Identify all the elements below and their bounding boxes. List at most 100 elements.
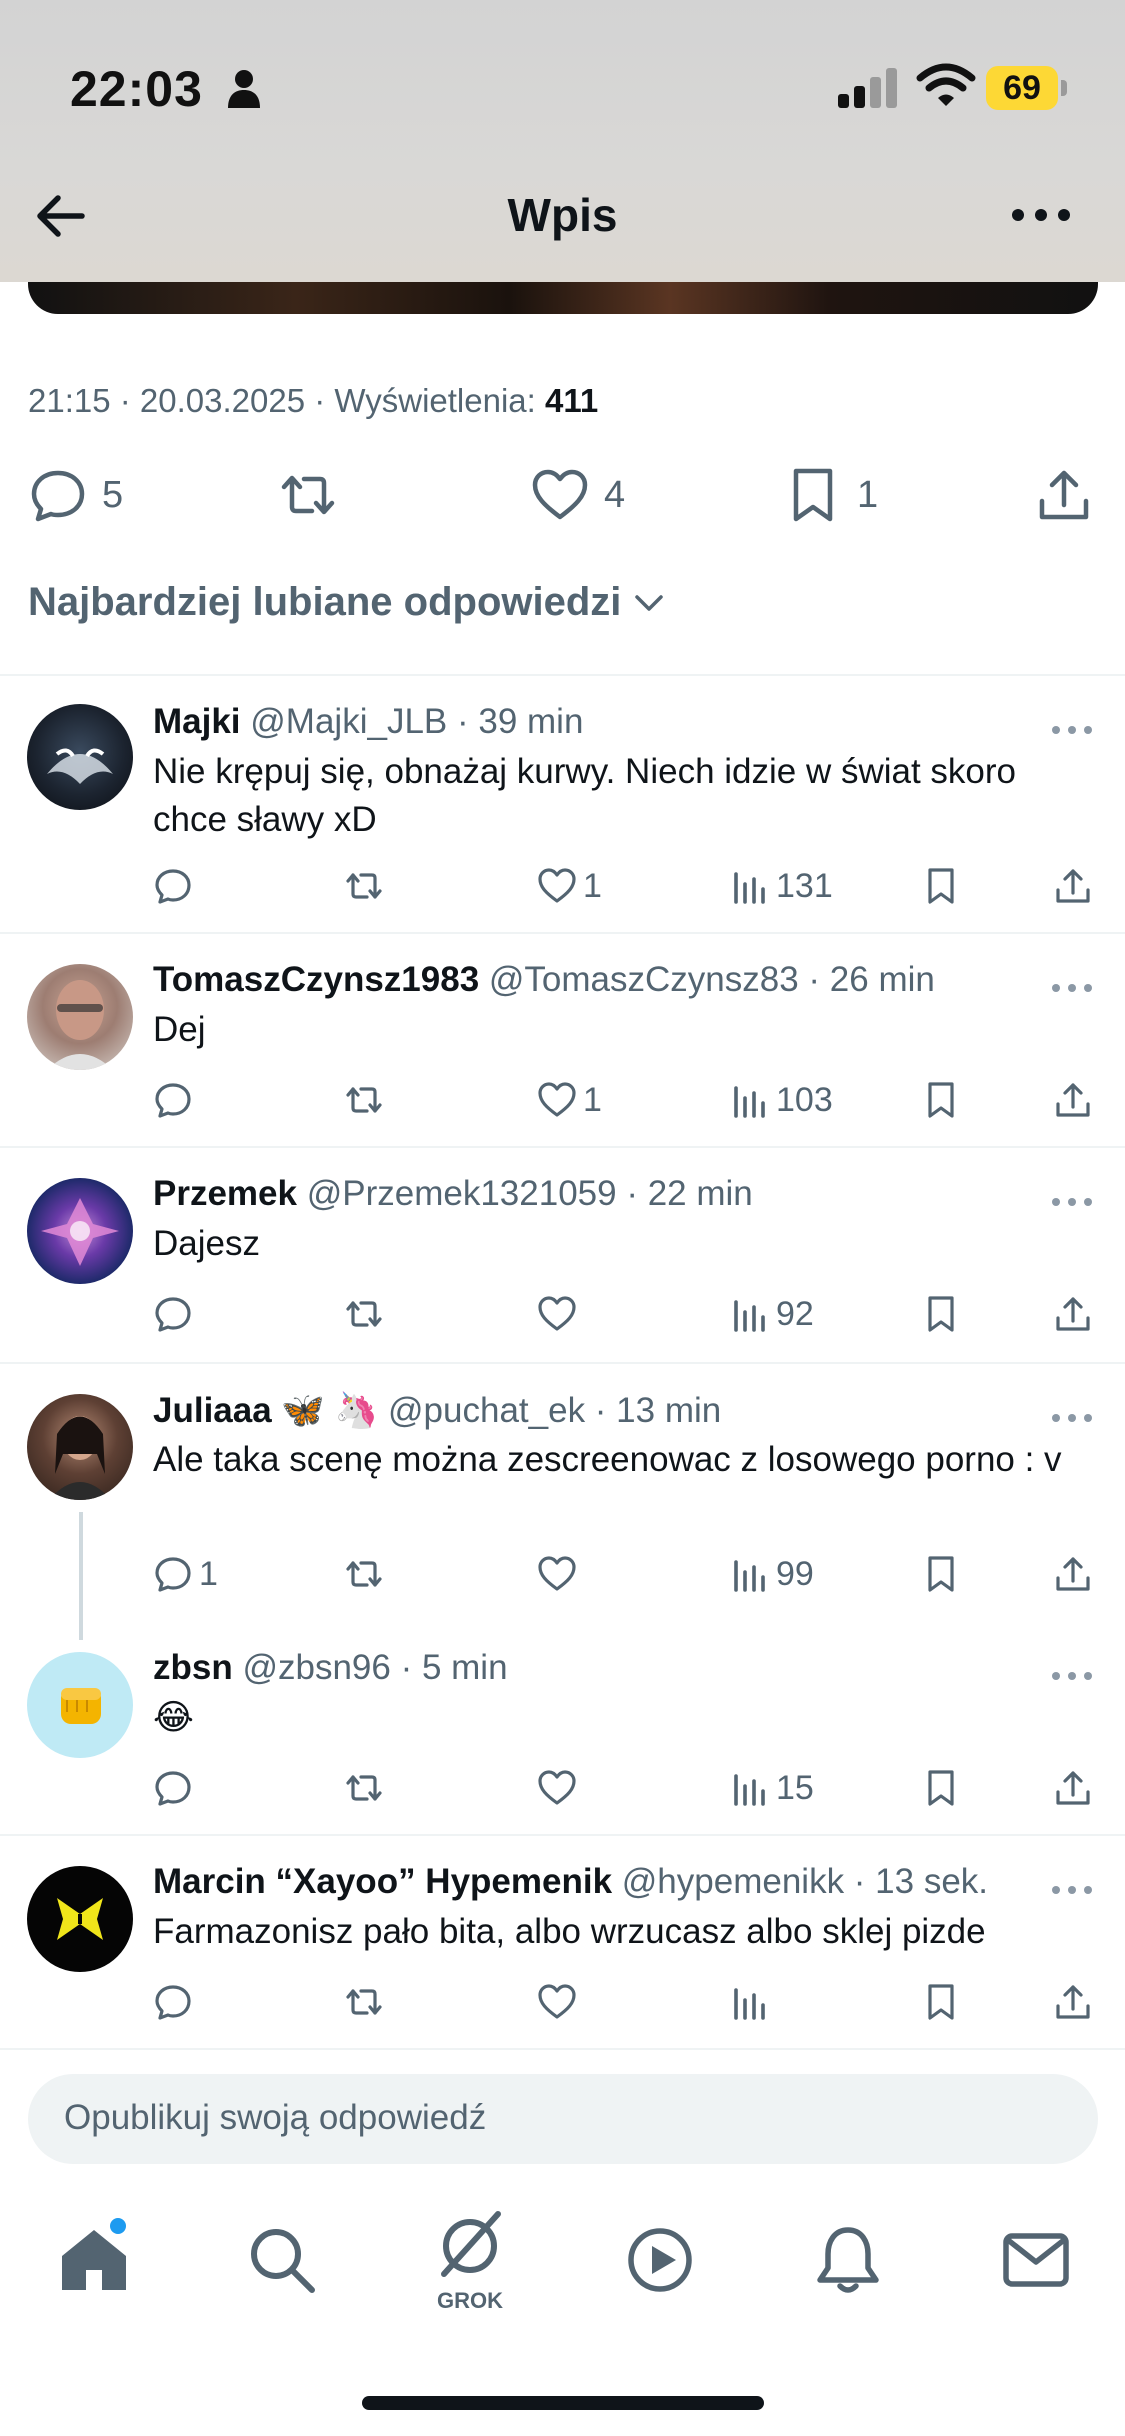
like-button[interactable] bbox=[537, 1763, 583, 1813]
tab-video[interactable] bbox=[622, 2222, 698, 2298]
views-button[interactable]: 99 bbox=[730, 1549, 814, 1599]
like-count: 1 bbox=[583, 866, 602, 905]
bookmark-icon bbox=[928, 868, 954, 904]
author-name[interactable]: TomaszCzynsz1983 bbox=[153, 960, 479, 999]
share-button[interactable] bbox=[1053, 1075, 1093, 1125]
bookmark-button[interactable] bbox=[921, 1289, 961, 1339]
more-options-icon[interactable] bbox=[1050, 1882, 1094, 1898]
repost-button[interactable] bbox=[344, 861, 384, 911]
bookmark-button[interactable] bbox=[921, 1977, 961, 2027]
reply-button[interactable] bbox=[153, 861, 199, 911]
reply-button[interactable]: 5 bbox=[28, 460, 123, 530]
share-button[interactable] bbox=[1053, 1977, 1093, 2027]
share-button[interactable] bbox=[1053, 1763, 1093, 1813]
reply-item[interactable]: zbsn @zbsn96 · 5 min 😂 15 bbox=[0, 1622, 1125, 1834]
share-button[interactable] bbox=[1053, 861, 1093, 911]
more-options-icon[interactable] bbox=[1050, 1668, 1094, 1684]
reply-sort-dropdown[interactable]: Najbardziej lubiane odpowiedzi bbox=[28, 580, 669, 625]
more-options-icon[interactable] bbox=[1050, 980, 1094, 996]
views-icon bbox=[734, 1774, 765, 1806]
bookmark-icon bbox=[928, 1770, 954, 1806]
like-count: 1 bbox=[583, 1080, 602, 1119]
views-button[interactable]: 103 bbox=[730, 1075, 833, 1125]
repost-button[interactable] bbox=[278, 460, 338, 530]
reply-button[interactable] bbox=[153, 1289, 199, 1339]
like-button[interactable] bbox=[537, 1289, 583, 1339]
author-name[interactable]: Majki bbox=[153, 702, 241, 741]
reply-button[interactable]: 1 bbox=[153, 1549, 218, 1599]
reply-button[interactable] bbox=[153, 1763, 199, 1813]
avatar[interactable] bbox=[27, 964, 133, 1070]
like-button[interactable]: 1 bbox=[537, 861, 602, 911]
more-options-icon[interactable] bbox=[1010, 200, 1072, 230]
views-button[interactable]: 131 bbox=[730, 861, 833, 911]
bookmark-icon bbox=[928, 1082, 954, 1118]
heart-icon bbox=[532, 469, 588, 520]
avatar[interactable] bbox=[27, 1652, 133, 1758]
more-options-icon[interactable] bbox=[1050, 1410, 1094, 1426]
views-button[interactable]: 92 bbox=[730, 1289, 814, 1339]
avatar[interactable] bbox=[27, 1178, 133, 1284]
like-button[interactable]: 4 bbox=[530, 460, 625, 530]
tab-grok[interactable] bbox=[432, 2208, 508, 2284]
bookmark-icon bbox=[928, 1296, 954, 1332]
bookmark-button[interactable] bbox=[921, 1549, 961, 1599]
heart-icon bbox=[538, 1296, 576, 1331]
views-icon bbox=[734, 872, 765, 904]
home-indicator[interactable] bbox=[362, 2396, 764, 2410]
post-media-image[interactable] bbox=[28, 282, 1098, 314]
repost-button[interactable] bbox=[344, 1763, 384, 1813]
share-button[interactable] bbox=[1053, 1289, 1093, 1339]
like-button[interactable]: 1 bbox=[537, 1075, 602, 1125]
author-name[interactable]: Marcin “Xayoo” Hypemenik bbox=[153, 1862, 612, 1901]
like-button[interactable] bbox=[537, 1977, 583, 2027]
tab-messages[interactable] bbox=[998, 2222, 1074, 2298]
bookmark-icon bbox=[928, 1984, 954, 2020]
heart-icon bbox=[538, 1770, 576, 1805]
avatar[interactable] bbox=[27, 704, 133, 810]
views-button[interactable]: 15 bbox=[730, 1763, 814, 1813]
author-name[interactable]: Przemek bbox=[153, 1174, 297, 1213]
reply-composer-input[interactable]: Opublikuj swoją odpowiedź bbox=[28, 2074, 1098, 2164]
bookmark-button[interactable]: 1 bbox=[783, 460, 878, 530]
cellular-signal-icon bbox=[838, 68, 897, 108]
reply-icon bbox=[155, 869, 191, 904]
reply-button[interactable] bbox=[153, 1075, 199, 1125]
tab-notifications[interactable] bbox=[810, 2222, 886, 2298]
reply-item[interactable]: Marcin “Xayoo” Hypemenik @hypemenikk · 1… bbox=[0, 1836, 1125, 2048]
reply-item[interactable]: Przemek @Przemek1321059 · 22 min Dajesz … bbox=[0, 1148, 1125, 1362]
heart-icon bbox=[538, 868, 576, 903]
repost-button[interactable] bbox=[344, 1289, 384, 1339]
battery-indicator: 69 bbox=[986, 66, 1067, 110]
author-name[interactable]: Juliaaa 🦋 🦄 bbox=[153, 1391, 378, 1430]
reply-item[interactable]: TomaszCzynsz1983 @TomaszCzynsz83 · 26 mi… bbox=[0, 934, 1125, 1146]
bookmark-button[interactable] bbox=[921, 1763, 961, 1813]
repost-button[interactable] bbox=[344, 1977, 384, 2027]
reply-icon bbox=[155, 1083, 191, 1118]
reply-text: 😂 bbox=[153, 1698, 194, 1737]
search-icon bbox=[251, 2229, 315, 2293]
author-name[interactable]: zbsn bbox=[153, 1648, 233, 1687]
share-icon bbox=[1056, 1297, 1090, 1331]
like-button[interactable] bbox=[537, 1549, 583, 1599]
more-options-icon[interactable] bbox=[1050, 1194, 1094, 1210]
repost-button[interactable] bbox=[344, 1549, 384, 1599]
avatar[interactable] bbox=[27, 1866, 133, 1972]
reply-button[interactable] bbox=[153, 1977, 199, 2027]
share-button[interactable] bbox=[1034, 460, 1094, 530]
reply-item[interactable]: Juliaaa 🦋 🦄 @puchat_ek · 13 min Ale taka… bbox=[0, 1364, 1125, 1622]
tab-home[interactable] bbox=[56, 2222, 132, 2298]
battery-level: 69 bbox=[986, 66, 1058, 110]
tab-search[interactable] bbox=[244, 2222, 320, 2298]
avatar[interactable] bbox=[27, 1394, 133, 1500]
share-button[interactable] bbox=[1053, 1549, 1093, 1599]
more-options-icon[interactable] bbox=[1050, 722, 1094, 738]
reply-text: Ale taka scenę można zescreenowac z loso… bbox=[153, 1440, 1062, 1479]
reply-text: Dajesz bbox=[153, 1224, 260, 1263]
repost-button[interactable] bbox=[344, 1075, 384, 1125]
bookmark-button[interactable] bbox=[921, 1075, 961, 1125]
reply-item[interactable]: Majki @Majki_JLB · 39 min Nie krępuj się… bbox=[0, 676, 1125, 932]
share-icon bbox=[1056, 869, 1090, 903]
bookmark-button[interactable] bbox=[921, 861, 961, 911]
views-button[interactable] bbox=[730, 1977, 776, 2027]
